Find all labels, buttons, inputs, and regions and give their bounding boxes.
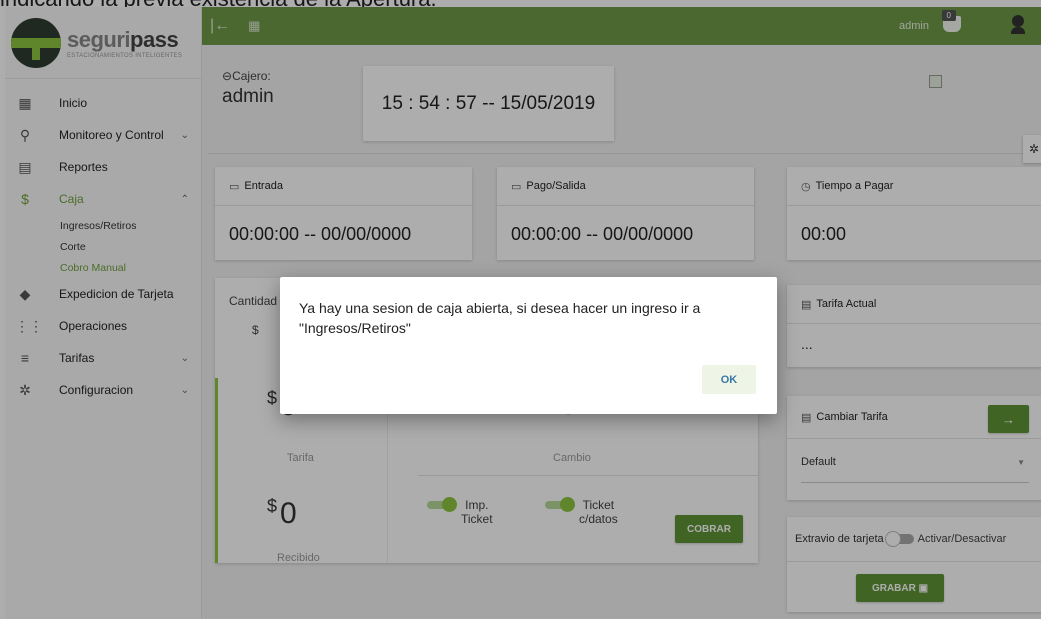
alert-dialog: Ya hay una sesion de caja abierta, si de… [280, 277, 777, 414]
dialog-message: Ya hay una sesion de caja abierta, si de… [299, 300, 701, 336]
ok-button[interactable]: OK [702, 365, 756, 394]
